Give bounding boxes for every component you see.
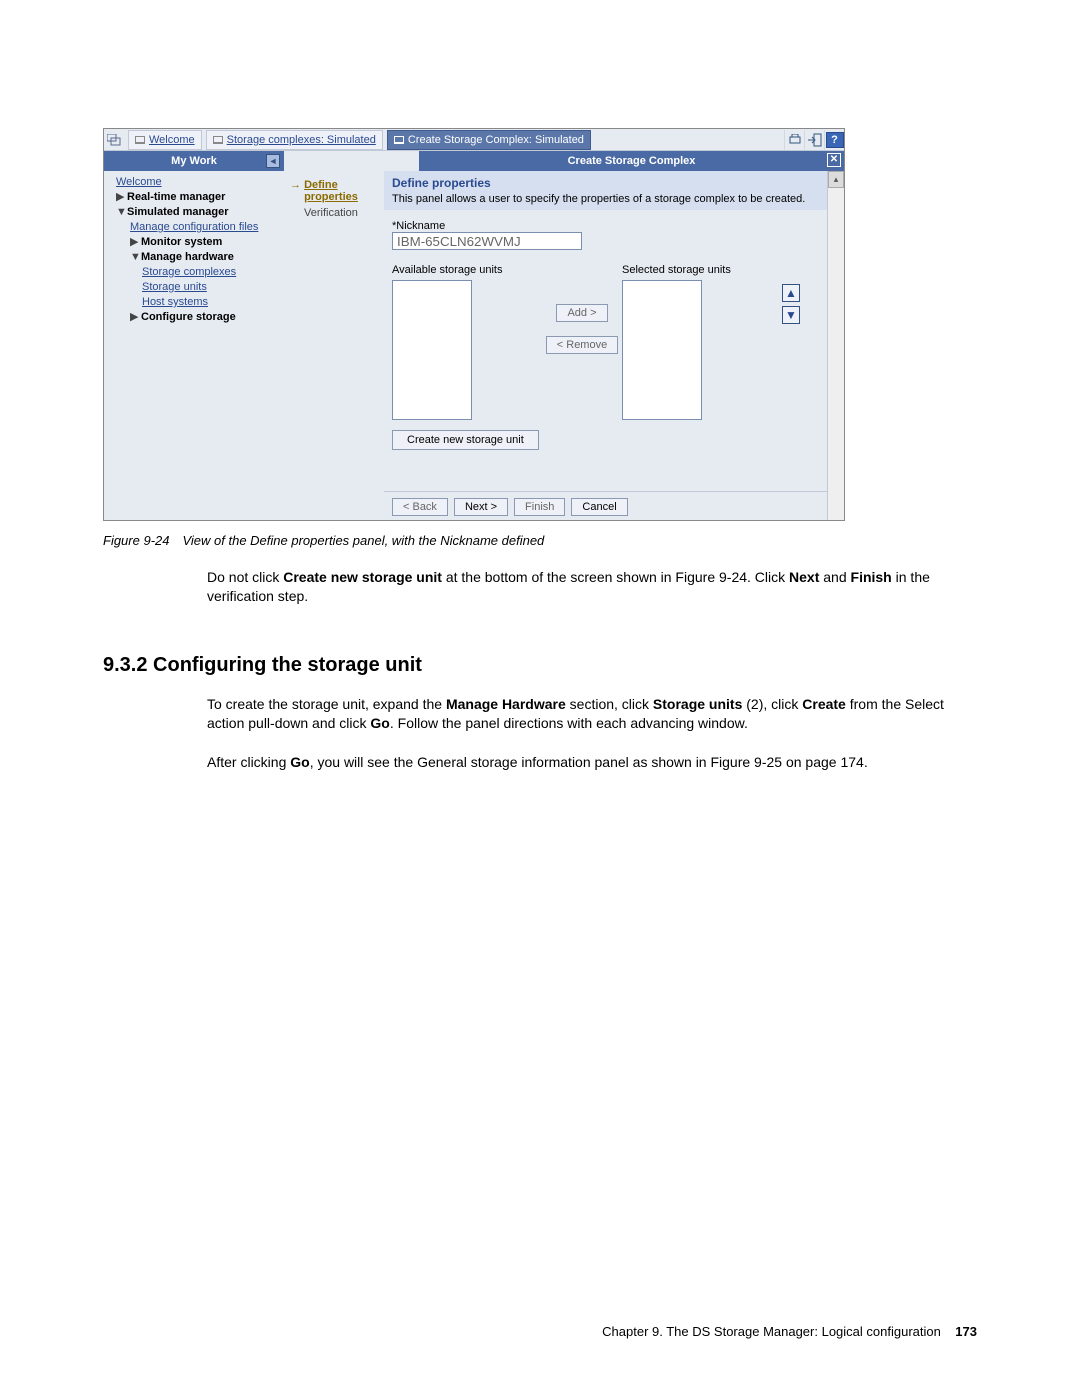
panel-header: Create Storage Complex ✕ (419, 151, 844, 171)
selected-label: Selected storage units (622, 264, 772, 276)
sidebar-item-manage-hardware[interactable]: Manage hardware (141, 250, 234, 265)
available-listbox[interactable] (392, 280, 472, 420)
next-button[interactable]: Next > (454, 498, 508, 516)
wizard-step-define-properties[interactable]: Defineproperties (304, 179, 358, 203)
nickname-label: *Nickname (392, 220, 819, 232)
sidebar-item-simulated[interactable]: Simulated manager (127, 205, 228, 220)
sidebar-item-storage-units[interactable]: Storage units (142, 280, 207, 295)
tab-welcome-label: Welcome (149, 134, 195, 146)
main-panel: Define properties This panel allows a us… (384, 171, 827, 521)
tab-welcome[interactable]: Welcome (128, 130, 202, 150)
tab-storage-complexes[interactable]: Storage complexes: Simulated (206, 130, 383, 150)
create-new-storage-unit-button[interactable]: Create new storage unit (392, 430, 539, 450)
finish-button[interactable]: Finish (514, 498, 565, 516)
wizard-footer: < Back Next > Finish Cancel (384, 491, 827, 521)
nickname-input[interactable] (392, 232, 582, 250)
print-icon[interactable] (784, 130, 804, 150)
sidebar-item-manage-config[interactable]: Manage configuration files (130, 220, 258, 235)
arrow-right-icon: → (290, 179, 304, 191)
main-title: Define properties (392, 176, 819, 190)
section-heading: 9.3.2 Configuring the storage unit (103, 654, 983, 677)
sidebar-item-welcome[interactable]: Welcome (116, 175, 162, 190)
back-button[interactable]: < Back (392, 498, 448, 516)
exit-icon[interactable] (804, 130, 824, 150)
selected-listbox[interactable] (622, 280, 702, 420)
sidebar-nav: Welcome ▶Real-time manager ▼Simulated ma… (104, 171, 284, 521)
paragraph-2: To create the storage unit, expand the M… (207, 695, 967, 733)
chevron-right-icon[interactable]: ▶ (130, 310, 138, 325)
chevron-right-icon[interactable]: ▶ (116, 190, 124, 205)
my-work-label: My Work (171, 155, 217, 167)
tab-complexes-label: Storage complexes: Simulated (227, 134, 376, 146)
app-toolbar: Welcome Storage complexes: Simulated Cre… (104, 129, 844, 151)
remove-button[interactable]: < Remove (546, 336, 618, 354)
wizard-step-verification: Verification (304, 207, 380, 219)
tab-create-storage-complex[interactable]: Create Storage Complex: Simulated (387, 130, 591, 150)
cancel-button[interactable]: Cancel (571, 498, 627, 516)
help-button[interactable]: ? (824, 130, 844, 150)
scrollbar[interactable]: ▴ (827, 171, 844, 521)
paragraph-1: Do not click Create new storage unit at … (207, 568, 967, 606)
chevron-down-icon[interactable]: ▼ (130, 250, 138, 265)
window-list-icon[interactable] (104, 130, 124, 150)
main-description: This panel allows a user to specify the … (392, 193, 819, 205)
close-icon[interactable]: ✕ (827, 153, 841, 167)
figure-caption: Figure 9-24 View of the Define propertie… (103, 533, 983, 548)
wizard-steps: → Defineproperties Verification (284, 171, 384, 521)
add-button[interactable]: Add > (556, 304, 607, 322)
chevron-down-icon[interactable]: ▼ (116, 205, 124, 220)
collapse-button[interactable]: ◄ (266, 154, 280, 168)
available-label: Available storage units (392, 264, 542, 276)
scroll-up-icon[interactable]: ▴ (828, 171, 844, 188)
sidebar-item-monitor[interactable]: Monitor system (141, 235, 222, 250)
page-icon (394, 136, 404, 144)
screenshot-figure: Welcome Storage complexes: Simulated Cre… (103, 128, 845, 521)
subheader: My Work ◄ Create Storage Complex ✕ (104, 151, 844, 171)
sidebar-item-configure-storage[interactable]: Configure storage (141, 310, 236, 325)
move-up-button[interactable]: ▲ (782, 284, 800, 302)
tab-create-label: Create Storage Complex: Simulated (408, 134, 584, 146)
sidebar-item-realtime[interactable]: Real-time manager (127, 190, 225, 205)
chevron-right-icon[interactable]: ▶ (130, 235, 138, 250)
move-down-button[interactable]: ▼ (782, 306, 800, 324)
my-work-header: My Work ◄ (104, 151, 284, 171)
sidebar-item-host-systems[interactable]: Host systems (142, 295, 208, 310)
sidebar-item-storage-complexes[interactable]: Storage complexes (142, 265, 236, 280)
paragraph-3: After clicking Go, you will see the Gene… (207, 753, 967, 772)
page-footer: Chapter 9. The DS Storage Manager: Logic… (602, 1324, 977, 1339)
panel-title: Create Storage Complex (568, 155, 696, 167)
main-header: Define properties This panel allows a us… (384, 171, 827, 210)
page-icon (213, 136, 223, 144)
page-icon (135, 136, 145, 144)
help-icon: ? (826, 132, 844, 148)
